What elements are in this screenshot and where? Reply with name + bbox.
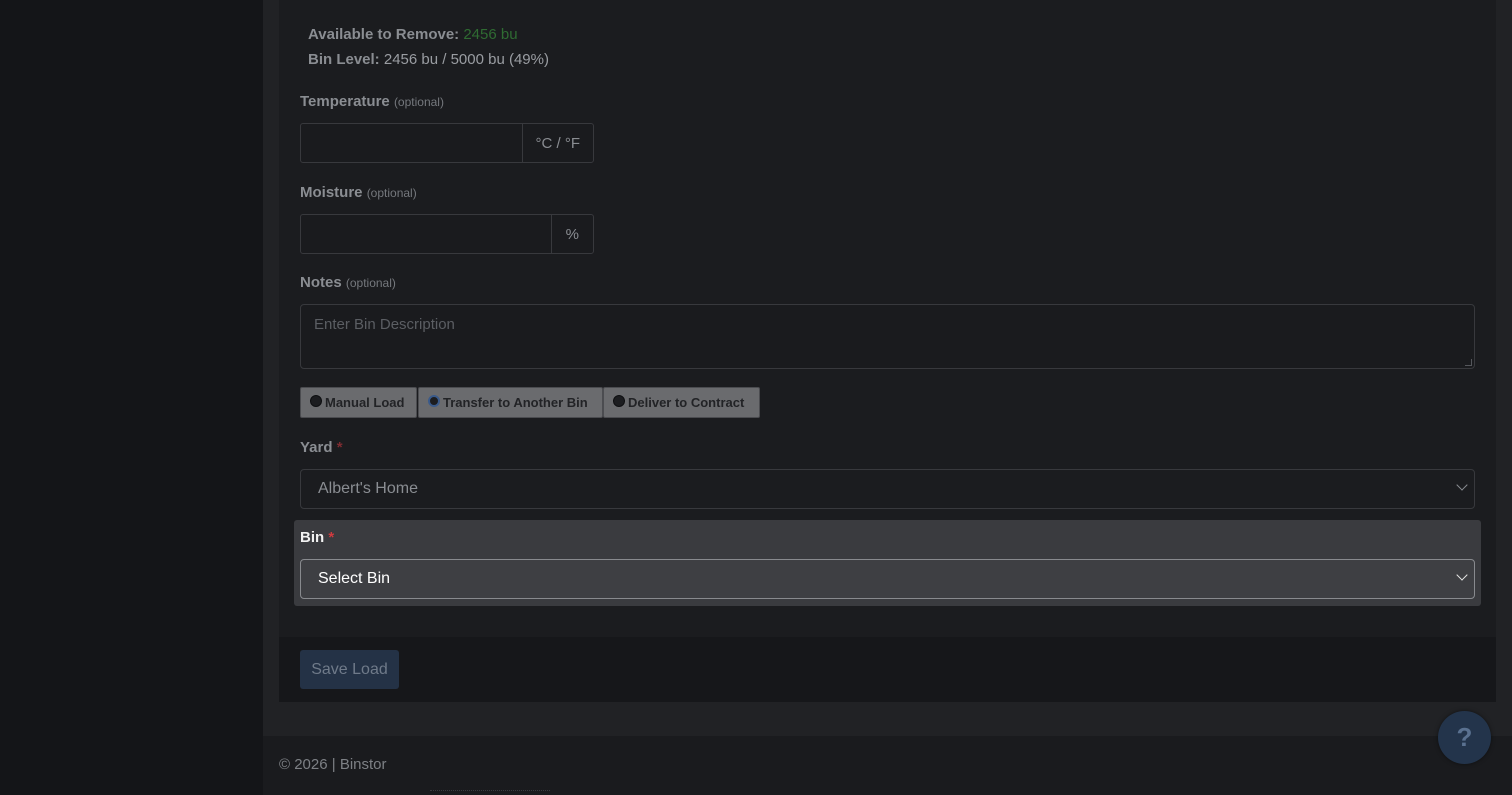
bin-required-mark: * xyxy=(328,529,335,546)
sidebar xyxy=(0,0,263,795)
temperature-label: Temperature (optional) xyxy=(300,93,444,110)
bin-level-value: 2456 bu / 5000 bu (49%) xyxy=(383,51,549,68)
footer xyxy=(263,736,1512,795)
radio-transfer-to-another-bin[interactable]: Transfer to Another Bin xyxy=(418,387,603,418)
load-card-footer xyxy=(279,637,1496,702)
moisture-input[interactable] xyxy=(301,215,552,253)
clipped-footer-links xyxy=(430,790,550,792)
moisture-optional: (optional) xyxy=(366,186,417,200)
available-to-remove: Available to Remove: 2456 bu xyxy=(308,26,518,43)
temperature-optional: (optional) xyxy=(393,95,444,109)
yard-required-mark: * xyxy=(336,439,343,456)
save-load-button[interactable]: Save Load xyxy=(300,650,399,689)
moisture-input-group: % xyxy=(300,214,594,254)
moisture-label: Moisture (optional) xyxy=(300,184,417,201)
available-label: Available to Remove: xyxy=(308,26,460,43)
help-button[interactable]: ? xyxy=(1438,711,1491,764)
chevron-down-icon xyxy=(1456,569,1468,581)
temperature-input[interactable] xyxy=(301,124,523,162)
yard-select[interactable]: Albert's Home xyxy=(300,469,1475,509)
resize-handle-icon[interactable] xyxy=(1465,359,1472,366)
bin-level: Bin Level: 2456 bu / 5000 bu (49%) xyxy=(308,51,549,68)
notes-optional: (optional) xyxy=(345,276,396,290)
temperature-input-group: °C / °F xyxy=(300,123,594,163)
radio-checked-icon xyxy=(428,394,440,407)
bin-selected-value: Select Bin xyxy=(318,570,391,587)
radio-unchecked-icon xyxy=(310,394,322,407)
notes-textarea[interactable]: Enter Bin Description xyxy=(300,304,1475,369)
radio-deliver-to-contract[interactable]: Deliver to Contract xyxy=(603,387,760,418)
radio-manual-load[interactable]: Manual Load xyxy=(300,387,417,418)
bin-level-label: Bin Level: xyxy=(308,51,380,68)
bin-select[interactable]: Select Bin xyxy=(300,559,1475,599)
question-mark-icon: ? xyxy=(1456,722,1473,752)
footer-copyright: © 2026 | Binstor xyxy=(279,756,387,773)
notes-placeholder: Enter Bin Description xyxy=(314,316,455,333)
bin-label: Bin * xyxy=(300,529,335,546)
yard-selected-value: Albert's Home xyxy=(318,480,418,497)
chevron-down-icon xyxy=(1456,479,1468,491)
notes-label: Notes (optional) xyxy=(300,274,396,291)
radio-unchecked-icon xyxy=(613,394,625,407)
yard-label: Yard * xyxy=(300,439,343,456)
moisture-unit: % xyxy=(565,225,579,243)
temperature-unit: °C / °F xyxy=(535,134,581,152)
available-value: 2456 bu xyxy=(463,26,518,43)
